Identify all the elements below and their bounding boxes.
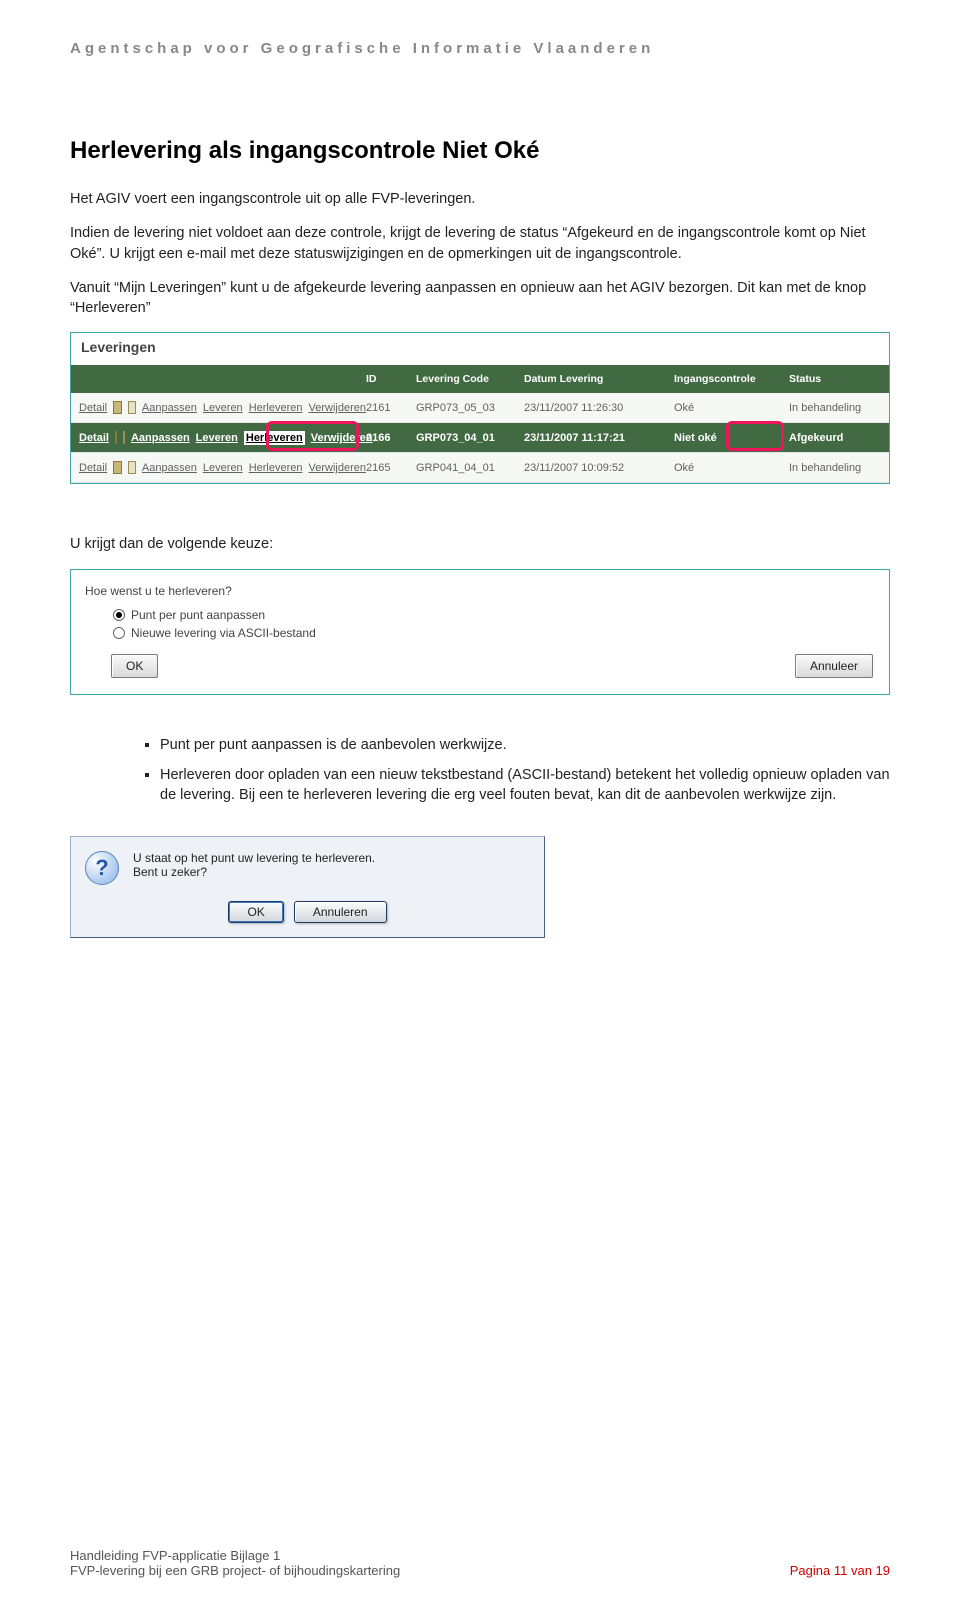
verwijderen-link[interactable]: Verwijderen (311, 432, 373, 444)
cell-ing: Oké (674, 402, 789, 414)
leveren-link[interactable]: Leveren (203, 402, 243, 414)
doc-icon[interactable] (113, 401, 121, 414)
cell-date: 23/11/2007 11:26:30 (524, 402, 674, 414)
radio-label: Nieuwe levering via ASCII-bestand (131, 626, 316, 640)
table-row-highlighted: Detail Aanpassen Leveren Herleveren Verw… (71, 423, 889, 453)
note-icon[interactable] (128, 401, 136, 414)
radio-icon[interactable] (113, 627, 125, 639)
bullet-item: Punt per punt aanpassen is de aanbevolen… (160, 735, 890, 755)
confirm-line-2: Bent u zeker? (133, 865, 375, 879)
choice-question: Hoe wenst u te herleveren? (85, 584, 875, 598)
cell-date: 23/11/2007 11:17:21 (524, 432, 674, 444)
ok-button[interactable]: OK (111, 654, 158, 678)
cell-code: GRP041_04_01 (416, 462, 524, 474)
herleveren-link[interactable]: Herleveren (244, 431, 305, 445)
bullet-item: Herleveren door opladen van een nieuw te… (160, 765, 890, 806)
aanpassen-link[interactable]: Aanpassen (142, 462, 197, 474)
herleveren-link[interactable]: Herleveren (249, 462, 303, 474)
table-row: Detail Aanpassen Leveren Herleveren Verw… (71, 393, 889, 423)
cell-code: GRP073_04_01 (416, 432, 524, 444)
cell-ing: Oké (674, 462, 789, 474)
leveringen-title: Leveringen (71, 333, 889, 365)
aanpassen-link[interactable]: Aanpassen (131, 432, 190, 444)
radio-label: Punt per punt aanpassen (131, 608, 265, 622)
doc-icon[interactable] (115, 431, 117, 444)
cancel-button[interactable]: Annuleren (294, 901, 387, 923)
aanpassen-link[interactable]: Aanpassen (142, 402, 197, 414)
cell-id: 2166 (366, 432, 416, 444)
verwijderen-link[interactable]: Verwijderen (309, 402, 366, 414)
col-code: Levering Code (416, 373, 524, 385)
herleveren-link[interactable]: Herleveren (249, 402, 303, 414)
cell-id: 2161 (366, 402, 416, 414)
ok-button[interactable]: OK (228, 901, 283, 923)
herleveren-choice-dialog: Hoe wenst u te herleveren? Punt per punt… (70, 569, 890, 695)
leveringen-table-screenshot: Leveringen ID Levering Code Datum Leveri… (70, 332, 890, 484)
radio-icon[interactable] (113, 609, 125, 621)
page-title: Herlevering als ingangscontrole Niet Oké (70, 137, 890, 165)
detail-link[interactable]: Detail (79, 402, 107, 414)
confirm-line-1: U staat op het punt uw levering te herle… (133, 851, 375, 865)
table-header-row: ID Levering Code Datum Levering Ingangsc… (71, 365, 889, 393)
doc-icon[interactable] (113, 461, 121, 474)
confirm-dialog: ? U staat op het punt uw levering te her… (70, 836, 545, 938)
choice-intro: U krijgt dan de volgende keuze: (70, 534, 890, 554)
page-header: Agentschap voor Geografische Informatie … (70, 40, 890, 57)
intro-para-3: Vanuit “Mijn Leveringen” kunt u de afgek… (70, 278, 890, 319)
leveren-link[interactable]: Leveren (203, 462, 243, 474)
note-icon[interactable] (123, 431, 125, 444)
cell-date: 23/11/2007 10:09:52 (524, 462, 674, 474)
radio-option-1[interactable]: Punt per punt aanpassen (113, 608, 875, 622)
cell-id: 2165 (366, 462, 416, 474)
cell-ing: Niet oké (674, 432, 789, 444)
col-date: Datum Levering (524, 373, 674, 385)
col-status: Status (789, 373, 889, 385)
col-id: ID (366, 373, 416, 385)
question-icon: ? (85, 851, 119, 885)
confirm-text: U staat op het punt uw levering te herle… (133, 851, 375, 879)
footer-line-1: Handleiding FVP-applicatie Bijlage 1 (70, 1548, 890, 1563)
intro-para-2: Indien de levering niet voldoet aan deze… (70, 223, 890, 264)
note-icon[interactable] (128, 461, 136, 474)
table-row: Detail Aanpassen Leveren Herleveren Verw… (71, 453, 889, 483)
detail-link[interactable]: Detail (79, 432, 109, 444)
cell-status: In behandeling (789, 402, 889, 414)
cancel-button[interactable]: Annuleer (795, 654, 873, 678)
cell-status: Afgekeurd (789, 432, 889, 444)
leveren-link[interactable]: Leveren (196, 432, 238, 444)
bullet-list: Punt per punt aanpassen is de aanbevolen… (160, 735, 890, 806)
cell-code: GRP073_05_03 (416, 402, 524, 414)
cell-status: In behandeling (789, 462, 889, 474)
page-number: Pagina 11 van 19 (790, 1563, 890, 1578)
intro-para-1: Het AGIV voert een ingangscontrole uit o… (70, 189, 890, 209)
detail-link[interactable]: Detail (79, 462, 107, 474)
col-ingangscontrole: Ingangscontrole (674, 373, 789, 385)
footer-line-2: FVP-levering bij een GRB project- of bij… (70, 1563, 400, 1578)
page-footer: Handleiding FVP-applicatie Bijlage 1 FVP… (70, 1548, 890, 1578)
radio-option-2[interactable]: Nieuwe levering via ASCII-bestand (113, 626, 875, 640)
verwijderen-link[interactable]: Verwijderen (309, 462, 366, 474)
